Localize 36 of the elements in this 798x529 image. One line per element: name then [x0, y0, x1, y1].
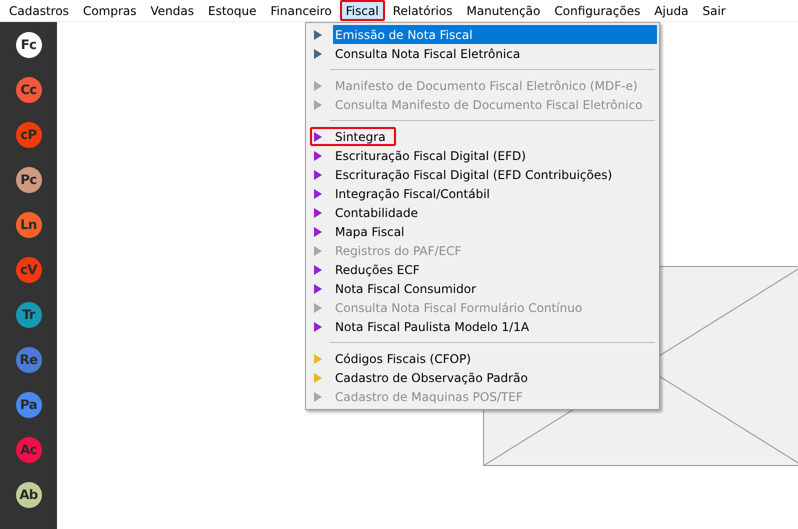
menu-item[interactable]: Escrituração Fiscal Digital (EFD) [333, 146, 657, 165]
menu-bar-item[interactable]: Cadastros [3, 0, 75, 21]
menu-bar-item[interactable]: Relatórios [386, 0, 458, 21]
menu-bar-item[interactable]: Manutenção [460, 0, 546, 21]
menu-bar-item[interactable]: Fiscal [340, 0, 385, 21]
menu-item[interactable]: Integração Fiscal/Contábil [333, 184, 657, 203]
menu-item[interactable]: Nota Fiscal Consumidor [333, 279, 657, 298]
menu-bar-item[interactable]: Sair [696, 0, 732, 21]
sidebar-shortcut[interactable]: Fc [16, 32, 42, 58]
menu-item[interactable]: Códigos Fiscais (CFOP) [333, 349, 657, 368]
sidebar-shortcut[interactable]: Cc [16, 77, 42, 103]
menu-item[interactable]: Mapa Fiscal [333, 222, 657, 241]
sidebar-shortcut[interactable]: Pa [16, 392, 42, 418]
menu-bar-item[interactable]: Configurações [548, 0, 646, 21]
menu-bar-item[interactable]: Financeiro [264, 0, 338, 21]
menu-bar-item[interactable]: Compras [76, 0, 143, 21]
menu-item[interactable]: Sintegra [310, 127, 396, 146]
sidebar-shortcut[interactable]: Tr [16, 302, 42, 328]
menu-item[interactable]: Escrituração Fiscal Digital (EFD Contribuições) [333, 165, 657, 184]
menu-bar-item[interactable]: Ajuda [648, 0, 694, 21]
sidebar-shortcut[interactable]: Pc [16, 167, 42, 193]
sidebar-shortcut[interactable]: Ln [16, 212, 42, 238]
triangle-icon [314, 302, 322, 312]
menu-item[interactable]: Emissão de Nota Fiscal [333, 25, 657, 44]
menu-bar-item[interactable]: Vendas [144, 0, 200, 21]
menu-item[interactable]: Contabilidade [333, 203, 657, 222]
menu-item[interactable]: Reduções ECF [333, 260, 657, 279]
menu-item[interactable]: Nota Fiscal Paulista Modelo 1/1A [333, 317, 657, 336]
sidebar-shortcut[interactable]: Ab [16, 482, 42, 508]
menu-item[interactable]: Cadastro de Observação Padrão [333, 368, 657, 387]
triangle-icon [314, 246, 322, 256]
sidebar-shortcut[interactable]: cP [16, 122, 42, 148]
menu-item[interactable]: Consulta Nota Fiscal Eletrônica [333, 44, 657, 63]
sidebar-shortcut[interactable]: cV [16, 257, 42, 283]
triangle-icon [314, 392, 322, 402]
menu-bar-item[interactable]: Estoque [202, 0, 263, 21]
